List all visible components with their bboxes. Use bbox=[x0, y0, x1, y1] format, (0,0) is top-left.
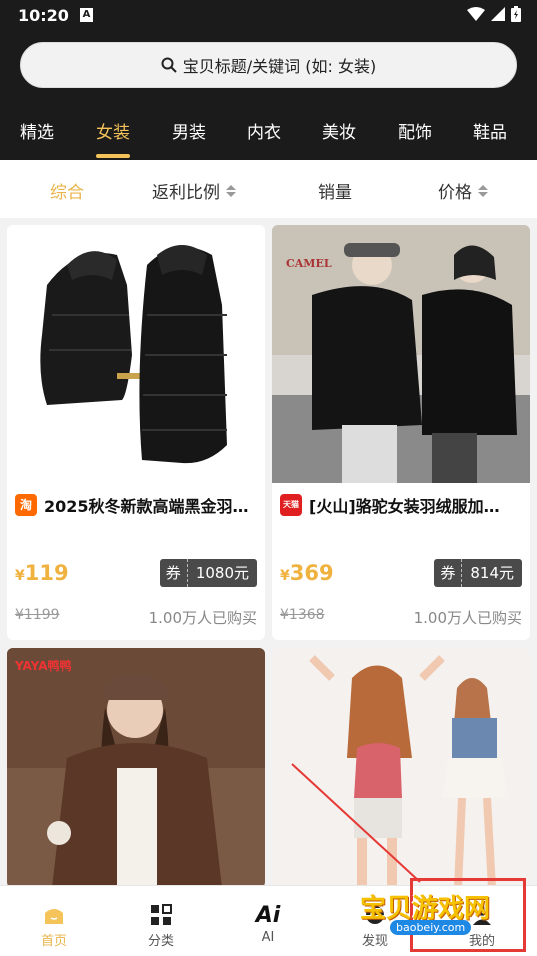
tab-meizhuang[interactable]: 美妆 bbox=[322, 118, 356, 143]
grid-icon bbox=[151, 904, 172, 925]
coupon-label: 券 bbox=[434, 559, 463, 587]
search-bar[interactable]: 宝贝标题/关键词 (如: 女装) bbox=[20, 42, 517, 88]
coupon-badge: 券 814元 bbox=[434, 559, 522, 587]
sort-label: 销量 bbox=[318, 183, 352, 203]
home-icon bbox=[45, 909, 63, 924]
product-image: CAMEL bbox=[272, 225, 530, 483]
watermark: 宝贝游戏网 baobeiy.com bbox=[360, 870, 530, 950]
product-price: ¥369 bbox=[280, 561, 334, 585]
tmall-icon: 天猫 bbox=[280, 494, 302, 516]
search-placeholder: 宝贝标题/关键词 (如: 女装) bbox=[182, 57, 377, 76]
search-icon bbox=[161, 57, 177, 73]
product-title-row: 淘 2025秋冬新款高端黑金羽… bbox=[15, 493, 261, 517]
product-title-row: 天猫 [火山]骆驼女装羽绒服加… bbox=[280, 493, 526, 517]
tab-ai[interactable]: Ai AI bbox=[228, 886, 308, 946]
sort-comprehensive[interactable]: 综合 bbox=[50, 178, 84, 203]
price-value: 119 bbox=[24, 561, 69, 585]
price-symbol: ¥ bbox=[280, 568, 290, 584]
tab-label: 分类 bbox=[147, 934, 174, 949]
brand-tag: YAYA鸭鸭 bbox=[14, 658, 72, 673]
tab-neiyi[interactable]: 内衣 bbox=[247, 118, 281, 143]
tab-label: AI bbox=[261, 930, 275, 945]
coupon-value: 814元 bbox=[462, 559, 522, 587]
product-price: ¥119 bbox=[15, 561, 69, 585]
camel-logo: CAMEL bbox=[286, 257, 332, 270]
product-card[interactable]: CAMEL 天猫 [火山]骆驼女装羽绒服加… ¥369 券 814元 ¥1368… bbox=[272, 225, 530, 640]
sort-price[interactable]: 价格 bbox=[438, 178, 488, 203]
coupon-label: 券 bbox=[159, 559, 188, 587]
header: 宝贝标题/关键词 (如: 女装) 精选 女装 男装 内衣 美妆 配饰 鞋品 bbox=[0, 32, 537, 160]
status-icons bbox=[467, 6, 521, 22]
sort-sales[interactable]: 销量 bbox=[318, 178, 352, 203]
sort-label: 返利比例 bbox=[152, 183, 220, 203]
product-image: YAYA鸭鸭 bbox=[7, 648, 265, 888]
price-value: 369 bbox=[289, 561, 334, 585]
signal-icon bbox=[491, 7, 505, 21]
tab-category[interactable]: 分类 bbox=[121, 886, 201, 949]
product-image bbox=[7, 225, 265, 483]
sold-count: 1.00万人已购买 bbox=[148, 609, 257, 627]
tab-xiepin[interactable]: 鞋品 bbox=[473, 118, 507, 143]
active-tab-indicator bbox=[96, 154, 130, 158]
tab-peishi[interactable]: 配饰 bbox=[398, 118, 432, 143]
sort-bar: 综合 返利比例 销量 价格 bbox=[0, 160, 537, 218]
original-price: ¥1199 bbox=[15, 607, 60, 623]
status-bar: 10:20 A bbox=[0, 0, 537, 32]
wifi-icon bbox=[467, 7, 485, 21]
product-card[interactable]: YAYA鸭鸭 bbox=[7, 648, 265, 888]
sort-arrows-icon bbox=[478, 184, 488, 197]
category-tabs: 精选 女装 男装 内衣 美妆 配饰 鞋品 bbox=[0, 118, 537, 160]
coupon-value: 1080元 bbox=[187, 559, 257, 587]
tab-nanzhuang[interactable]: 男装 bbox=[172, 118, 206, 143]
watermark-url: baobeiy.com bbox=[390, 920, 472, 935]
sort-label: 价格 bbox=[438, 183, 472, 203]
product-card[interactable]: 淘 2025秋冬新款高端黑金羽… ¥119 券 1080元 ¥1199 1.00… bbox=[7, 225, 265, 640]
notification-icon: A bbox=[80, 8, 93, 22]
original-price: ¥1368 bbox=[280, 607, 325, 623]
sold-count: 1.00万人已购买 bbox=[413, 609, 522, 627]
sort-rebate[interactable]: 返利比例 bbox=[152, 178, 236, 203]
tab-jingxuan[interactable]: 精选 bbox=[20, 118, 54, 143]
status-time: 10:20 bbox=[18, 6, 69, 25]
battery-icon bbox=[511, 6, 521, 22]
tab-nvzhuang[interactable]: 女装 bbox=[96, 118, 130, 143]
coupon-badge: 券 1080元 bbox=[159, 559, 257, 587]
price-symbol: ¥ bbox=[15, 568, 25, 584]
product-title: [火山]骆驼女装羽绒服加… bbox=[309, 497, 500, 516]
product-title: 2025秋冬新款高端黑金羽… bbox=[44, 497, 249, 516]
ai-icon: Ai bbox=[255, 902, 281, 928]
sort-label: 综合 bbox=[50, 183, 84, 203]
tab-label: 首页 bbox=[40, 934, 67, 949]
tab-home[interactable]: 首页 bbox=[14, 886, 94, 949]
taobao-icon: 淘 bbox=[15, 494, 37, 516]
sort-arrows-icon bbox=[226, 184, 236, 197]
